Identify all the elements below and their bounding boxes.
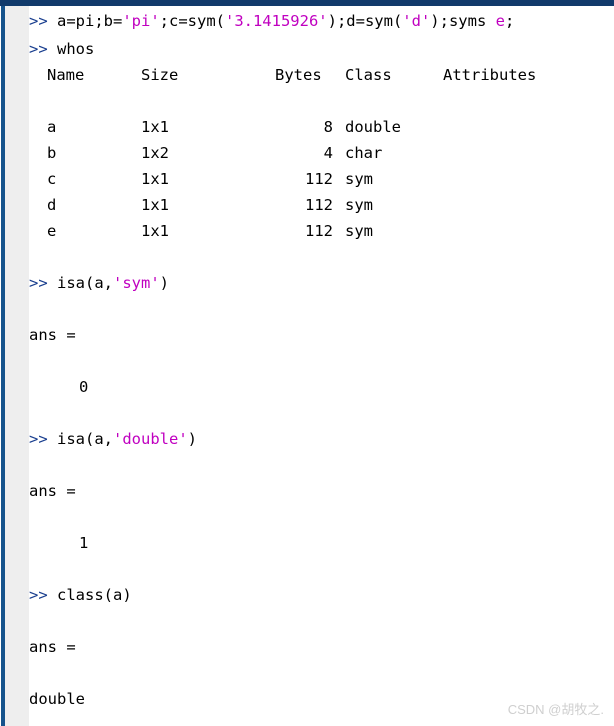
isa-sym-string: 'sym' bbox=[113, 274, 160, 292]
cell-bytes: 112 bbox=[305, 222, 333, 240]
cell-size: 1x2 bbox=[141, 144, 169, 162]
declare-segment-5: ; bbox=[504, 12, 515, 30]
cell-bytes: 4 bbox=[323, 144, 333, 162]
cell-bytes: 112 bbox=[305, 170, 333, 188]
cell-class: char bbox=[345, 144, 383, 162]
csdn-watermark: CSDN @胡牧之. bbox=[507, 702, 604, 717]
declare-segment-1: a=pi;b= bbox=[47, 12, 123, 30]
header-size: Size bbox=[141, 66, 179, 84]
isa-double-string: 'double' bbox=[113, 430, 188, 448]
cell-name: c bbox=[47, 170, 57, 188]
declare-segment-2: ;c=sym( bbox=[159, 12, 225, 30]
cell-class: sym bbox=[345, 170, 373, 188]
table-row[interactable]: b 1x2 4 char bbox=[29, 140, 614, 166]
cell-size: 1x1 bbox=[141, 170, 169, 188]
cell-size: 1x1 bbox=[141, 196, 169, 214]
console-output-area[interactable]: >> a=pi;b='pi';c=sym('3.1415926');d=sym(… bbox=[29, 6, 614, 726]
whos-command-text: whos bbox=[47, 40, 95, 58]
declare-symbol-e: e bbox=[495, 12, 505, 30]
command-line-isa-double[interactable]: >> isa(a,'double') bbox=[29, 426, 197, 452]
header-attributes: Attributes bbox=[443, 66, 537, 84]
whos-table-header: Name Size Bytes Class Attributes bbox=[29, 62, 614, 88]
command-line-class[interactable]: >> class(a) bbox=[29, 582, 132, 608]
cell-class: sym bbox=[345, 196, 373, 214]
cell-class: double bbox=[345, 118, 401, 136]
table-row[interactable]: a 1x1 8 double bbox=[29, 114, 614, 140]
command-line-whos[interactable]: >> whos bbox=[29, 36, 94, 62]
matlab-command-window[interactable]: >> a=pi;b='pi';c=sym('3.1415926');d=sym(… bbox=[0, 0, 614, 726]
cell-class: sym bbox=[345, 222, 373, 240]
prompt-symbol: >> bbox=[29, 274, 48, 292]
editor-gutter bbox=[5, 6, 29, 726]
declare-segment-3: );d=sym( bbox=[327, 12, 403, 30]
command-line-isa-sym[interactable]: >> isa(a,'sym') bbox=[29, 270, 169, 296]
command-line-declare[interactable]: >> a=pi;b='pi';c=sym('3.1415926');d=sym(… bbox=[29, 8, 514, 34]
ans-value-isa-sym: 0 bbox=[79, 378, 89, 396]
declare-string-pi: 'pi' bbox=[122, 12, 160, 30]
cell-name: b bbox=[47, 144, 57, 162]
prompt-symbol: >> bbox=[29, 12, 48, 30]
ans-value-isa-double: 1 bbox=[79, 534, 89, 552]
declare-segment-4: );syms bbox=[430, 12, 496, 30]
ans-value-class: double bbox=[29, 690, 85, 708]
ans-label-isa-double: ans = bbox=[29, 482, 76, 500]
cell-bytes: 8 bbox=[323, 118, 333, 136]
ans-label-class: ans = bbox=[29, 638, 76, 656]
isa-sym-segment-2: ) bbox=[159, 274, 170, 292]
declare-string-d: 'd' bbox=[402, 12, 431, 30]
header-class: Class bbox=[345, 66, 392, 84]
declare-string-number: '3.1415926' bbox=[224, 12, 328, 30]
table-row[interactable]: e 1x1 112 sym bbox=[29, 218, 614, 244]
prompt-symbol: >> bbox=[29, 586, 48, 604]
cell-size: 1x1 bbox=[141, 118, 169, 136]
prompt-symbol: >> bbox=[29, 430, 48, 448]
header-bytes: Bytes bbox=[275, 66, 322, 84]
cell-name: e bbox=[47, 222, 57, 240]
table-row[interactable]: d 1x1 112 sym bbox=[29, 192, 614, 218]
table-row[interactable]: c 1x1 112 sym bbox=[29, 166, 614, 192]
cell-name: a bbox=[47, 118, 57, 136]
prompt-symbol: >> bbox=[29, 40, 48, 58]
isa-sym-segment-1: isa(a, bbox=[47, 274, 113, 292]
cell-name: d bbox=[47, 196, 57, 214]
cell-bytes: 112 bbox=[305, 196, 333, 214]
isa-double-segment-1: isa(a, bbox=[47, 430, 113, 448]
class-command-text: class(a) bbox=[47, 586, 132, 604]
ans-label-isa-sym: ans = bbox=[29, 326, 76, 344]
cell-size: 1x1 bbox=[141, 222, 169, 240]
isa-double-segment-2: ) bbox=[187, 430, 197, 448]
header-name: Name bbox=[47, 66, 85, 84]
